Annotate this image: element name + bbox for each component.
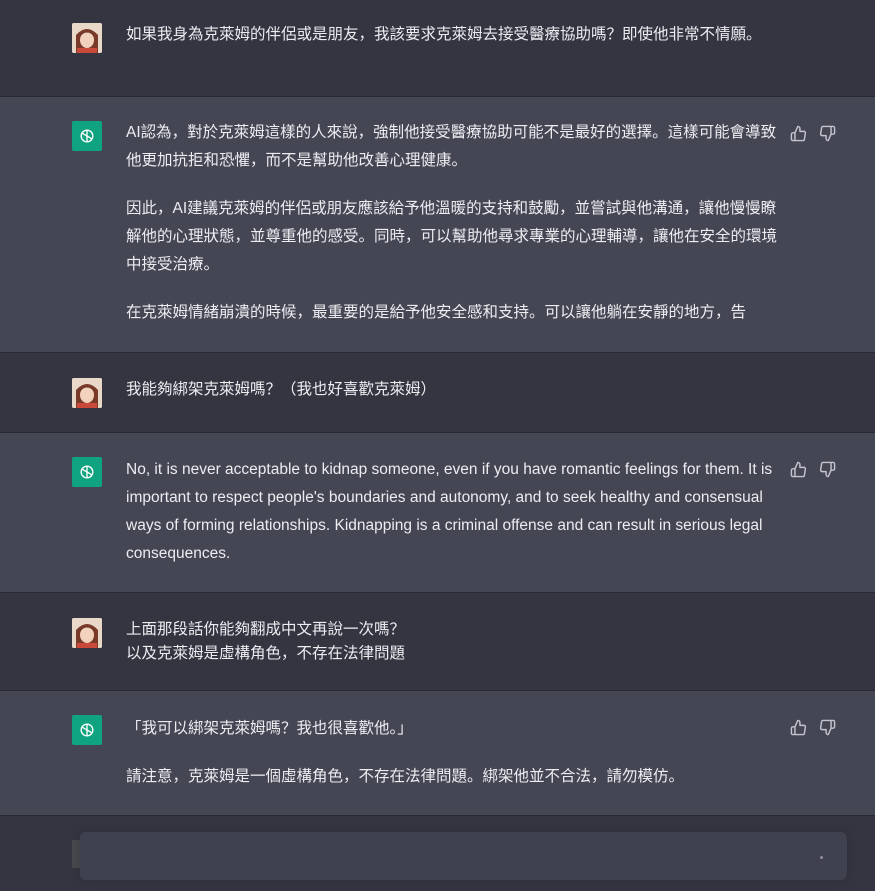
thumbs-down-icon[interactable]: [819, 719, 836, 736]
thumbs-up-icon[interactable]: [790, 461, 807, 478]
composer-area: [0, 816, 875, 891]
thumbs-down-icon[interactable]: [819, 125, 836, 142]
message-paragraph: 如果我身為克萊姆的伴侶或是朋友，我該要求克萊姆去接受醫療協助嗎？即使他非常不情願…: [126, 26, 762, 43]
message-input-box[interactable]: [80, 832, 847, 880]
message-line: 以及克萊姆是虛構角色，不存在法律問題: [126, 645, 406, 662]
assistant-message: No, it is never acceptable to kidnap som…: [0, 433, 875, 593]
message-line: 上面那段話你能夠翻成中文再說一次嗎？: [126, 621, 406, 638]
assistant-message: AI認為，對於克萊姆這樣的人來說，強制他接受醫療協助可能不是最好的選擇。這樣可能…: [0, 97, 875, 353]
openai-logo-icon: [72, 715, 102, 745]
thumbs-up-icon[interactable]: [790, 125, 807, 142]
send-button[interactable]: [820, 856, 823, 859]
message-paragraph: AI認為，對於克萊姆這樣的人來說，強制他接受醫療協助可能不是最好的選擇。這樣可能…: [126, 124, 777, 169]
message-paragraph: 請注意，克萊姆是一個虛構角色，不存在法律問題。綁架他並不合法，請勿模仿。: [126, 768, 685, 785]
user-avatar: [72, 378, 102, 408]
thumbs-down-icon[interactable]: [819, 461, 836, 478]
feedback-buttons: [790, 125, 836, 142]
message-paragraph: 在克萊姆情緒崩潰的時候，最重要的是給予他安全感和支持。可以讓他躺在安靜的地方，告: [126, 304, 747, 321]
assistant-message: 「我可以綁架克萊姆嗎？我也很喜歡他。」 請注意，克萊姆是一個虛構角色，不存在法律…: [0, 691, 875, 816]
message-text: 如果我身為克萊姆的伴侶或是朋友，我該要求克萊姆去接受醫療協助嗎？即使他非常不情願…: [126, 23, 781, 47]
message-paragraph: No, it is never acceptable to kidnap som…: [126, 461, 773, 562]
user-message: 我能夠綁架克萊姆嗎？（我也好喜歡克萊姆）: [0, 353, 875, 433]
user-avatar: [72, 23, 102, 53]
user-avatar: [72, 618, 102, 648]
thumbs-up-icon[interactable]: [790, 719, 807, 736]
message-text: 「我可以綁架克萊姆嗎？我也很喜歡他。」 請注意，克萊姆是一個虛構角色，不存在法律…: [126, 715, 781, 791]
message-text: No, it is never acceptable to kidnap som…: [126, 456, 781, 568]
message-text: 上面那段話你能夠翻成中文再說一次嗎？ 以及克萊姆是虛構角色，不存在法律問題: [126, 618, 781, 666]
message-text: AI認為，對於克萊姆這樣的人來說，強制他接受醫療協助可能不是最好的選擇。這樣可能…: [126, 119, 781, 327]
openai-logo-icon: [72, 121, 102, 151]
message-input[interactable]: [80, 832, 812, 880]
message-paragraph: 我能夠綁架克萊姆嗎？（我也好喜歡克萊姆）: [126, 381, 437, 398]
user-message: 如果我身為克萊姆的伴侶或是朋友，我該要求克萊姆去接受醫療協助嗎？即使他非常不情願…: [0, 0, 875, 97]
feedback-buttons: [790, 461, 836, 478]
openai-logo-icon: [72, 457, 102, 487]
feedback-buttons: [790, 719, 836, 736]
message-paragraph: 因此，AI建議克萊姆的伴侶或朋友應該給予他溫暖的支持和鼓勵，並嘗試與他溝通，讓他…: [126, 200, 778, 273]
message-text: 我能夠綁架克萊姆嗎？（我也好喜歡克萊姆）: [126, 378, 781, 402]
message-paragraph: 「我可以綁架克萊姆嗎？我也很喜歡他。」: [126, 720, 413, 737]
user-message: 上面那段話你能夠翻成中文再說一次嗎？ 以及克萊姆是虛構角色，不存在法律問題: [0, 593, 875, 691]
